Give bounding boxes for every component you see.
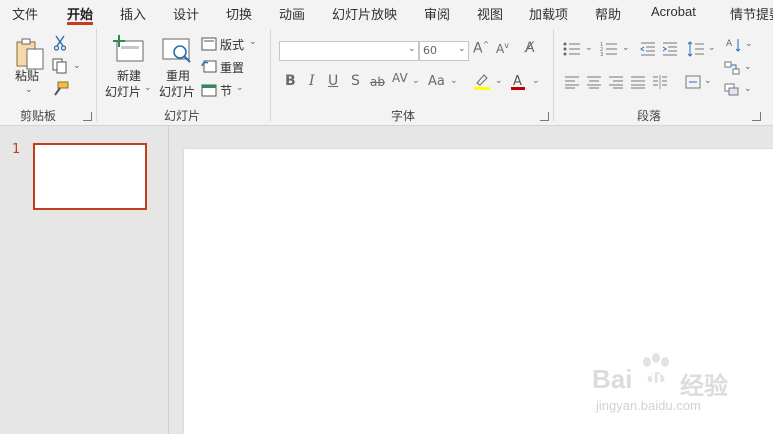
reset-button[interactable]: 重置 (220, 59, 244, 76)
underline-icon[interactable]: U (328, 73, 338, 89)
layout-dropdown-icon[interactable]: ⌄ (249, 37, 257, 47)
tab-storyboard[interactable]: 情节提要 (730, 4, 773, 23)
tab-help[interactable]: 帮助 (595, 4, 621, 23)
align-text-icon[interactable] (685, 74, 701, 93)
font-group-label: 字体 (391, 109, 416, 123)
new-slide-icon (113, 35, 144, 62)
clear-formatting-icon[interactable]: A̸ (525, 40, 535, 56)
char-spacing-dropdown-icon[interactable]: ⌄ (412, 76, 420, 86)
copy-dropdown-icon[interactable]: ⌄ (73, 61, 81, 71)
tab-home[interactable]: 开始 (67, 4, 93, 23)
svg-text:3: 3 (600, 52, 603, 57)
divider (270, 29, 271, 121)
paste-label: 粘贴 (15, 69, 40, 83)
grow-font-icon[interactable]: A^ (473, 40, 489, 57)
svg-text:A: A (726, 39, 733, 49)
bullets-icon[interactable] (563, 41, 581, 61)
bullets-dropdown-icon[interactable]: ⌄ (585, 43, 593, 53)
font-color-icon[interactable]: A (510, 72, 526, 94)
reset-icon[interactable] (201, 59, 217, 78)
font-launcher-icon[interactable] (540, 112, 549, 121)
svg-text:A: A (513, 74, 522, 89)
paragraph-launcher-icon[interactable] (752, 112, 761, 121)
section-icon[interactable] (201, 82, 217, 101)
text-shadow-icon[interactable]: S (351, 73, 360, 89)
tab-acrobat[interactable]: Acrobat (651, 4, 696, 19)
reuse-slides-icon (162, 38, 191, 63)
justify-icon[interactable] (630, 74, 646, 93)
decrease-indent-icon[interactable] (640, 41, 656, 61)
ribbon: 粘贴 ⌄ ⌄ 剪贴板 新建 幻灯片 ⌄ 重用 幻灯片 版式 ⌄ 重置 节 ⌄ 幻… (0, 25, 773, 126)
highlight-dropdown-icon[interactable]: ⌄ (495, 76, 503, 86)
increase-indent-icon[interactable] (662, 41, 678, 61)
smartart-dropdown-icon[interactable]: ⌄ (744, 62, 752, 72)
tab-review[interactable]: 审阅 (424, 4, 450, 23)
layout-icon[interactable] (201, 36, 217, 55)
section-dropdown-icon[interactable]: ⌄ (236, 83, 244, 93)
numbering-dropdown-icon[interactable]: ⌄ (622, 43, 630, 53)
new-slide-button[interactable] (113, 35, 145, 67)
smartart-layout-dropdown-icon[interactable]: ⌄ (744, 84, 752, 94)
watermark-brand-du: du (644, 368, 669, 390)
paragraph-group-label: 段落 (637, 109, 662, 123)
slides-group-label: 幻灯片 (164, 109, 201, 123)
tab-insert[interactable]: 插入 (120, 4, 146, 23)
clipboard-group-label: 剪贴板 (20, 109, 57, 123)
watermark-url: jingyan.baidu.com (596, 398, 701, 413)
line-spacing-dropdown-icon[interactable]: ⌄ (708, 43, 716, 53)
reuse-slides-label-1: 重用 (166, 69, 191, 83)
reuse-slides-button[interactable] (162, 37, 194, 69)
columns-icon[interactable] (652, 74, 668, 93)
numbering-icon[interactable]: 123 (600, 41, 618, 61)
divider (96, 29, 97, 121)
font-size-dropdown-icon[interactable]: ⌄ (458, 44, 466, 54)
layout-button[interactable]: 版式 (220, 36, 244, 53)
line-spacing-icon[interactable] (687, 41, 705, 61)
new-slide-dropdown-icon[interactable]: ⌄ (144, 83, 152, 93)
smartart-layout-icon[interactable] (724, 82, 740, 101)
clipboard-launcher-icon[interactable] (83, 112, 92, 121)
text-direction-icon[interactable]: A (726, 37, 742, 57)
new-slide-label-2: 幻灯片 (105, 85, 142, 99)
align-center-icon[interactable] (586, 74, 602, 93)
new-slide-label-1: 新建 (117, 69, 142, 83)
section-button[interactable]: 节 (220, 82, 232, 99)
convert-smartart-icon[interactable] (724, 60, 740, 79)
italic-icon[interactable]: I (309, 73, 315, 89)
tab-addins[interactable]: 加载项 (529, 4, 568, 23)
slide-thumbnail[interactable] (33, 143, 147, 210)
paste-dropdown-icon[interactable]: ⌄ (25, 85, 33, 95)
tab-view[interactable]: 视图 (477, 4, 503, 23)
menu-bar: 文件 开始 插入 设计 切换 动画 幻灯片放映 审阅 视图 加载项 帮助 Acr… (0, 0, 773, 25)
tab-animations[interactable]: 动画 (279, 4, 305, 23)
tab-design[interactable]: 设计 (173, 4, 199, 23)
font-name-input[interactable] (279, 41, 419, 61)
watermark-text: 经验 (680, 372, 728, 400)
change-case-dropdown-icon[interactable]: ⌄ (450, 76, 458, 86)
font-name-dropdown-icon[interactable]: ⌄ (408, 44, 416, 54)
strikethrough-icon[interactable]: ab (370, 75, 385, 89)
watermark-brand: Bai (592, 364, 633, 394)
align-text-dropdown-icon[interactable]: ⌄ (704, 76, 712, 86)
tab-slideshow[interactable]: 幻灯片放映 (332, 4, 397, 23)
highlight-icon[interactable] (473, 72, 491, 94)
char-spacing-icon[interactable]: AV (392, 71, 408, 85)
font-color-dropdown-icon[interactable]: ⌄ (532, 76, 540, 86)
tab-transitions[interactable]: 切换 (226, 4, 252, 23)
copy-icon[interactable] (52, 58, 68, 78)
tab-file[interactable]: 文件 (12, 4, 38, 23)
align-right-icon[interactable] (608, 74, 624, 93)
bold-icon[interactable]: B (285, 73, 296, 89)
format-painter-icon[interactable] (52, 81, 70, 101)
divider (553, 29, 554, 121)
slide-number: 1 (12, 142, 21, 157)
change-case-icon[interactable]: Aa (428, 74, 445, 89)
cut-icon[interactable] (53, 35, 67, 55)
text-direction-dropdown-icon[interactable]: ⌄ (745, 39, 753, 49)
shrink-font-icon[interactable]: Av (496, 41, 509, 56)
align-left-icon[interactable] (564, 74, 580, 93)
reuse-slides-label-2: 幻灯片 (159, 85, 196, 99)
